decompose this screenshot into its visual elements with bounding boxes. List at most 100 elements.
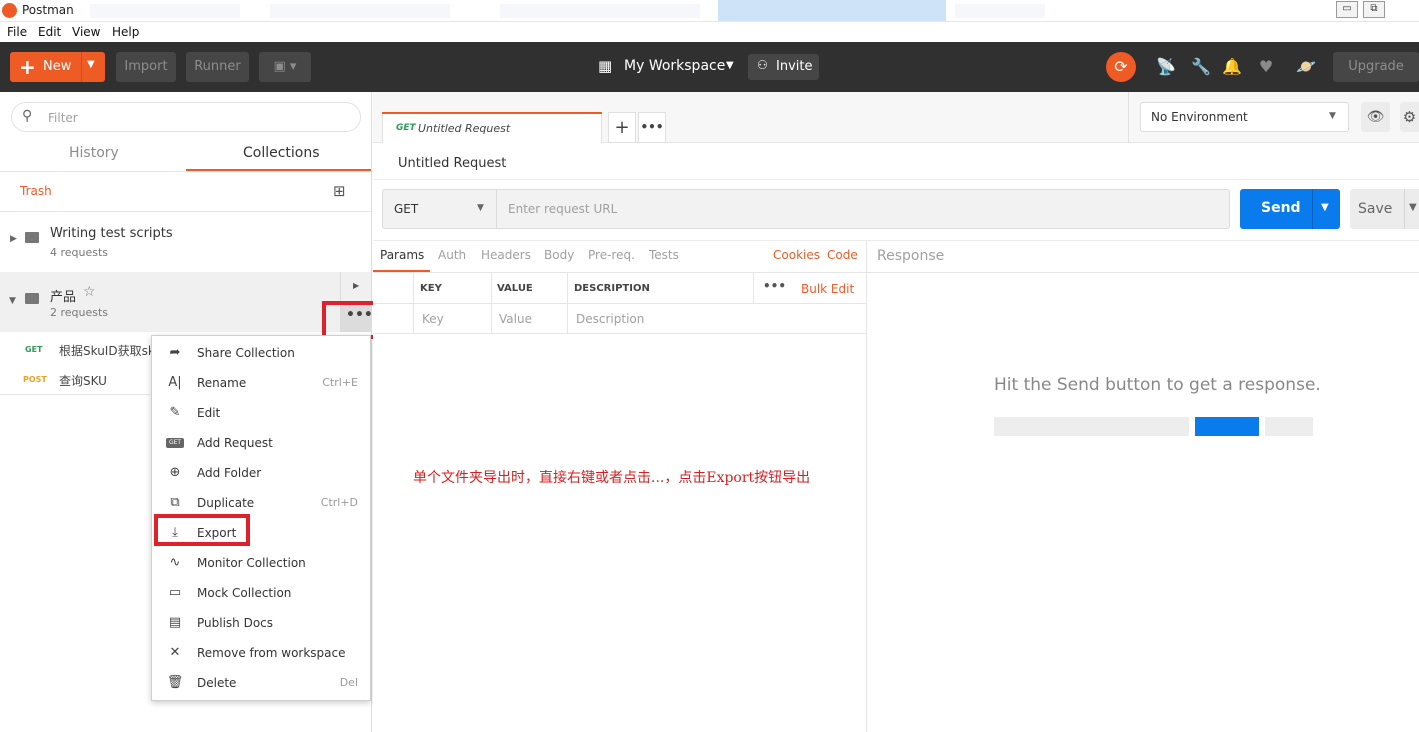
workspace-selector[interactable]: My Workspace (624, 58, 725, 74)
background-tab-ghost (718, 0, 946, 21)
background-tab-ghost (500, 4, 700, 18)
tab-prereq[interactable]: Pre-req. (588, 248, 635, 262)
response-hint: Hit the Send button to get a response. (994, 375, 1321, 395)
avatar-icon[interactable]: 🪐 (1296, 57, 1316, 77)
menu-item-label: Mock Collection (197, 586, 292, 600)
menu-item-edit[interactable]: ✎ Edit (152, 398, 372, 428)
column-key: KEY (420, 283, 442, 294)
menu-item-add-request[interactable]: GET Add Request (152, 428, 372, 458)
satellite-icon[interactable]: 📡 (1156, 57, 1176, 77)
new-window-button[interactable]: ▣ ▾ (259, 52, 311, 82)
value-input[interactable]: Value (499, 312, 532, 326)
ellipsis-icon[interactable]: ••• (763, 279, 786, 293)
menu-item-label: Edit (197, 406, 221, 420)
new-tab-button[interactable]: + (608, 112, 636, 143)
divider (753, 273, 754, 303)
background-tab-ghost (270, 4, 450, 18)
close-icon: ✕ (169, 645, 181, 660)
gear-icon[interactable]: ⚙ (1400, 102, 1419, 132)
send-button[interactable]: Send ▼ (1240, 189, 1340, 229)
trash-link[interactable]: Trash (20, 184, 52, 198)
description-input[interactable]: Description (576, 312, 644, 326)
menu-item-publish-docs[interactable]: ▤ Publish Docs (152, 608, 372, 638)
caret-down-icon[interactable]: ▼ (87, 59, 95, 70)
background-tab-ghost (955, 4, 1045, 18)
menu-item-mock-collection[interactable]: ▭ Mock Collection (152, 578, 372, 608)
menu-edit[interactable]: Edit (38, 25, 61, 39)
wrench-icon[interactable]: 🔧 (1191, 57, 1211, 77)
bell-icon[interactable]: 🔔 (1222, 57, 1242, 77)
divider (373, 333, 866, 334)
caret-down-icon[interactable]: ▼ (726, 60, 734, 71)
collection-item[interactable]: ▶ Writing test scripts 4 requests (0, 212, 371, 272)
tab-auth[interactable]: Auth (438, 248, 466, 262)
menu-item-label: Share Collection (197, 346, 295, 360)
caret-right-icon[interactable]: ▶ (10, 234, 17, 244)
tab-params[interactable]: Params (380, 248, 424, 262)
tab-history[interactable]: History (69, 145, 119, 161)
menu-item-add-folder[interactable]: ⊕ Add Folder (152, 458, 372, 488)
heart-icon[interactable]: ♥ (1256, 57, 1276, 77)
environment-selector[interactable]: No Environment ▼ (1140, 102, 1349, 132)
sync-icon[interactable]: ⟳ (1106, 52, 1136, 82)
minimize-button[interactable]: ▭ (1336, 1, 1358, 18)
cookies-link[interactable]: Cookies (773, 248, 820, 262)
tab-options-button[interactable]: ••• (638, 112, 666, 143)
restore-button[interactable]: ⧉ (1363, 1, 1385, 18)
code-link[interactable]: Code (827, 248, 858, 262)
menu-item-share-collection[interactable]: ➦ Share Collection (152, 338, 372, 368)
new-button-label: New (43, 59, 72, 74)
tab-method: GET (396, 123, 416, 133)
add-folder-icon: ⊕ (169, 465, 181, 480)
menu-item-delete[interactable]: 🗑 Delete Del (152, 668, 372, 698)
menu-view[interactable]: View (72, 25, 100, 39)
key-input[interactable]: Key (422, 312, 444, 326)
tab-headers[interactable]: Headers (481, 248, 531, 262)
save-button[interactable]: Save ▼ (1350, 189, 1419, 229)
method-selector[interactable]: GET ▼ (382, 189, 497, 229)
mock-server-icon: ▭ (168, 585, 182, 600)
menu-item-shortcut: Ctrl+E (322, 376, 358, 389)
request-item[interactable]: POST 查询SKU (0, 365, 150, 395)
search-icon: ⚲ (22, 108, 33, 124)
column-value: VALUE (497, 283, 533, 294)
menu-item-rename[interactable]: A| Rename Ctrl+E (152, 368, 372, 398)
upgrade-button[interactable]: Upgrade (1333, 52, 1419, 82)
request-tab[interactable]: GET Untitled Request (382, 112, 602, 143)
grid-icon: ▦ (598, 57, 613, 75)
divider (413, 273, 414, 334)
save-label: Save (1358, 201, 1393, 217)
menu-item-remove-from-workspace[interactable]: ✕ Remove from workspace (152, 638, 372, 668)
eye-icon[interactable]: 👁 (1361, 102, 1390, 132)
response-title: Response (877, 248, 945, 264)
plus-icon: + (19, 55, 36, 79)
expand-collection-button[interactable]: ▶ (340, 272, 371, 302)
tab-collections[interactable]: Collections (243, 145, 320, 161)
filter-input-placeholder[interactable]: Filter (48, 111, 78, 125)
star-icon[interactable]: ☆ (83, 284, 96, 300)
menu-item-monitor-collection[interactable]: ∿ Monitor Collection (152, 548, 372, 578)
url-input[interactable]: Enter request URL (497, 189, 1230, 229)
tab-body[interactable]: Body (544, 248, 574, 262)
folder-icon (25, 232, 39, 243)
menu-help[interactable]: Help (112, 25, 139, 39)
caret-down-icon[interactable]: ▼ (1321, 202, 1329, 213)
duplicate-icon: ⧉ (170, 495, 180, 510)
import-button[interactable]: Import (116, 52, 176, 82)
bulk-edit-link[interactable]: Bulk Edit (801, 282, 854, 296)
collection-count: 2 requests (50, 306, 109, 319)
collection-item-selected[interactable]: ▼ 产品 ☆ 2 requests ▶ ••• (0, 272, 373, 332)
request-title[interactable]: Untitled Request (398, 156, 506, 171)
invite-button[interactable]: ⚇ Invite (748, 54, 819, 80)
caret-down-icon[interactable]: ▼ (9, 296, 16, 306)
filter-field[interactable]: ⚲ Filter (11, 102, 361, 132)
tab-tests[interactable]: Tests (649, 248, 679, 262)
new-button[interactable]: + New ▼ (10, 52, 105, 82)
new-collection-icon[interactable]: ⊞ (333, 182, 346, 200)
runner-button[interactable]: Runner (186, 52, 249, 82)
menu-item-label: Delete (197, 676, 237, 690)
request-item[interactable]: GET 根据SkuID获取sk (0, 335, 155, 365)
caret-down-icon[interactable]: ▼ (1409, 202, 1417, 213)
add-user-icon: ⚇ (757, 58, 768, 72)
menu-file[interactable]: File (7, 25, 27, 39)
